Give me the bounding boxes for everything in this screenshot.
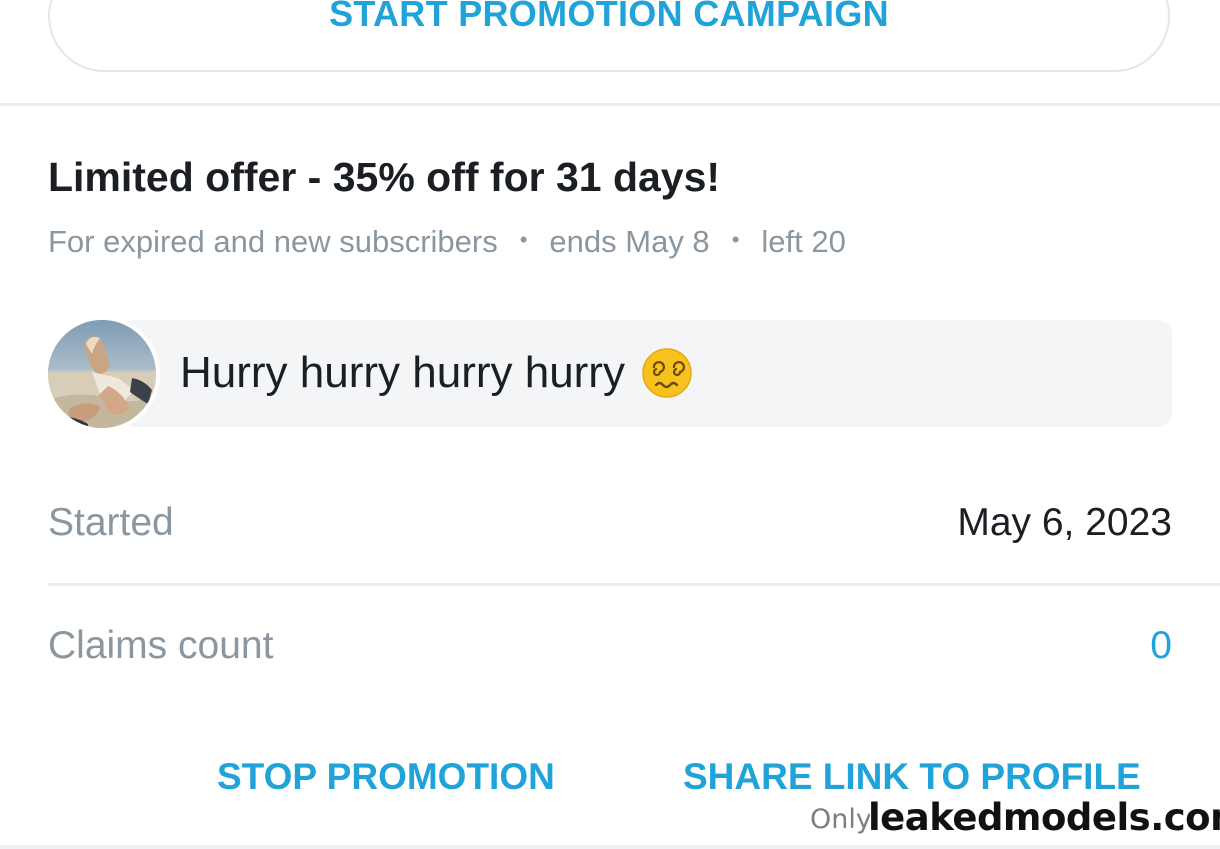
offer-left: left 20	[761, 224, 846, 259]
promotion-message-text: Hurry hurry hurry hurry	[180, 348, 625, 397]
offer-ends: ends May 8	[549, 224, 710, 259]
offer-audience: For expired and new subscribers	[48, 224, 498, 259]
row-divider	[48, 583, 1220, 586]
stop-promotion-button[interactable]: STOP PROMOTION	[217, 756, 555, 798]
claims-count-label: Claims count	[48, 624, 274, 667]
offer-title: Limited offer - 35% off for 31 days!	[48, 154, 721, 200]
started-label: Started	[48, 501, 174, 544]
avatar[interactable]	[48, 320, 156, 428]
section-divider	[0, 103, 1220, 106]
start-promotion-campaign-button[interactable]: START PROMOTION CAMPAIGN	[48, 0, 1170, 72]
watermark-small-text: Only	[810, 804, 872, 835]
bottom-divider	[0, 845, 1220, 849]
claims-count-value[interactable]: 0	[1150, 624, 1172, 668]
start-promotion-campaign-label: START PROMOTION CAMPAIGN	[329, 0, 889, 34]
watermark-logo-text: leakedmodels.com	[868, 796, 1220, 839]
dizzy-face-emoji-icon	[641, 347, 693, 399]
separator-dot: •	[519, 227, 528, 252]
promotion-message: Hurry hurry hurry hurry	[180, 347, 693, 399]
share-link-to-profile-button[interactable]: SHARE LINK TO PROFILE	[683, 756, 1141, 798]
offer-subtitle: For expired and new subscribers • ends M…	[48, 224, 846, 260]
avatar-photo	[48, 320, 156, 428]
watermark: Only leakedmodels.com	[810, 796, 1220, 844]
separator-dot: •	[731, 227, 740, 252]
promotion-page: START PROMOTION CAMPAIGN Limited offer -…	[0, 0, 1220, 849]
started-value: May 6, 2023	[957, 501, 1172, 544]
